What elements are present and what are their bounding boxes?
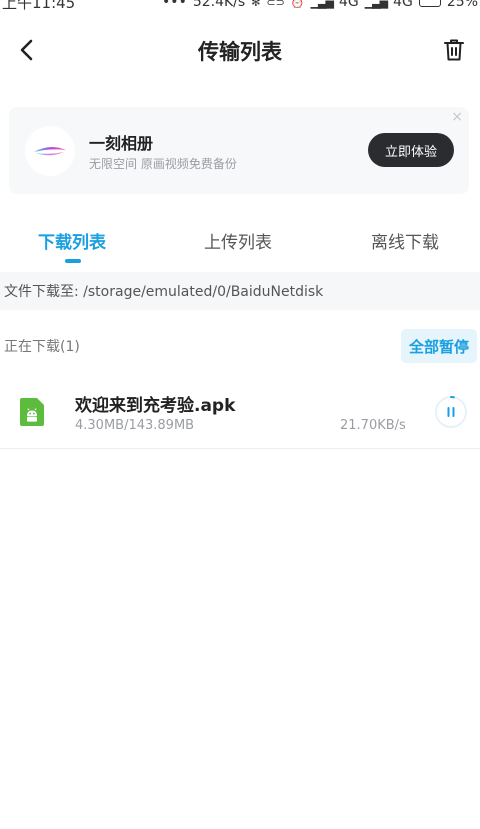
close-icon[interactable]: ×: [451, 109, 463, 125]
promo-banner[interactable]: × 一刻相册 无限空间 原画视频免费备份 立即体验: [9, 107, 469, 194]
banner-description: 无限空间 原画视频免费备份: [89, 157, 237, 171]
link-icon: ⊂⊃: [266, 0, 285, 9]
tab-offline-download[interactable]: 离线下载: [371, 228, 439, 253]
signal-icon: ▁▃▅: [310, 0, 334, 9]
download-path-text: 文件下载至: /storage/emulated/0/BaiduNetdisk: [4, 284, 324, 300]
network-type-2: 4G: [393, 0, 413, 10]
bluetooth-icon: ✻: [251, 0, 261, 9]
download-path-row[interactable]: 文件下载至: /storage/emulated/0/BaiduNetdisk: [0, 272, 480, 310]
app-logo-icon: [25, 126, 75, 176]
network-type-1: 4G: [338, 0, 359, 10]
page-title: 传输列表: [198, 40, 282, 64]
status-bar: 上午11:45 ••• 52.4K/s ✻ ⊂⊃ ⏰ ▁▃▅ 4G ▁▃▅ 4G…: [0, 0, 480, 12]
downloading-section-header: 正在下载(1) 全部暂停: [0, 320, 480, 372]
header-bar: 传输列表: [0, 22, 480, 78]
trash-icon: [444, 39, 464, 61]
file-name: 欢迎来到充考验.apk: [75, 396, 236, 416]
pause-download-button[interactable]: [434, 395, 468, 429]
status-icons: ••• 52.4K/s ✻ ⊂⊃ ⏰ ▁▃▅ 4G ▁▃▅ 4G 25%: [162, 0, 478, 10]
tab-upload-list[interactable]: 上传列表: [204, 228, 272, 253]
download-item[interactable]: 欢迎来到充考验.apk 4.30MB/143.89MB 21.70KB/s: [0, 376, 480, 449]
signal-icon-2: ▁▃▅: [364, 0, 388, 9]
network-speed: 52.4K/s: [192, 0, 246, 10]
delete-button[interactable]: [436, 32, 472, 68]
file-size-progress: 4.30MB/143.89MB: [75, 418, 195, 433]
apk-file-icon: [20, 398, 44, 426]
battery-level: 25%: [446, 0, 478, 10]
try-now-button[interactable]: 立即体验: [368, 133, 454, 167]
transfer-tabs: 下载列表 上传列表 离线下载: [0, 222, 480, 272]
downloading-count: 正在下载(1): [4, 339, 80, 355]
alarm-icon: ⏰: [290, 0, 305, 9]
status-time: 上午11:45: [2, 0, 76, 12]
pause-all-button[interactable]: 全部暂停: [401, 329, 477, 363]
status-dots: •••: [162, 0, 187, 10]
banner-app-name: 一刻相册: [89, 134, 154, 153]
battery-icon: [418, 0, 441, 7]
download-speed: 21.70KB/s: [340, 418, 406, 433]
tab-download-list[interactable]: 下载列表: [38, 228, 106, 253]
active-tab-indicator: [65, 259, 81, 263]
